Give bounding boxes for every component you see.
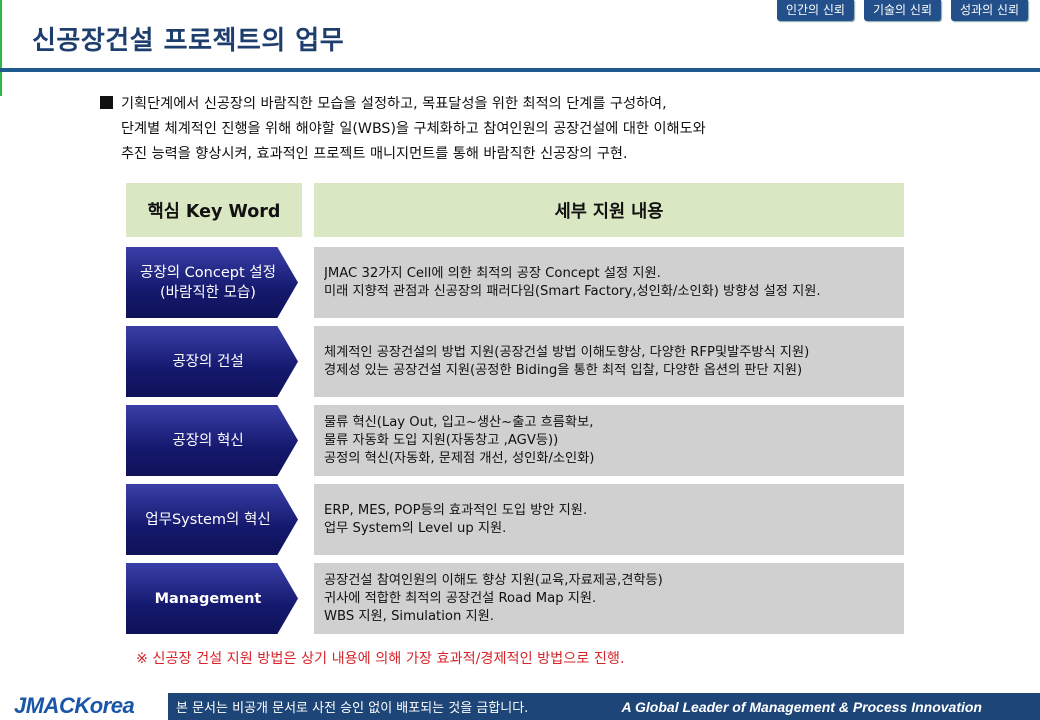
keyword-arrow-innovation: 공장의 혁신 xyxy=(126,405,298,476)
keyword-line: 업무System의 혁신 xyxy=(145,511,271,528)
slogan: A Global Leader of Management & Process … xyxy=(621,698,982,715)
keyword-arrow-construction: 공장의 건설 xyxy=(126,326,298,397)
footer: JMACKorea 본 문서는 비공개 문서로 사전 승인 없이 배포되는 것을… xyxy=(0,693,1040,720)
jmac-korea-logo: JMACKorea xyxy=(14,693,135,719)
square-bullet-icon xyxy=(100,96,113,109)
confidential-notice: 본 문서는 비공개 문서로 사전 승인 없이 배포되는 것을 금합니다. xyxy=(176,701,529,716)
tab-human-trust[interactable]: 인간의 신뢰 xyxy=(776,0,854,21)
footer-bar: 본 문서는 비공개 문서로 사전 승인 없이 배포되는 것을 금합니다. A G… xyxy=(168,693,1040,720)
tab-tech-trust[interactable]: 기술의 신뢰 xyxy=(863,0,941,21)
detail-line: 물류 자동화 도입 지원(자동창고 ,AGV등)) xyxy=(324,432,559,448)
detail-box-construction: 체계적인 공장건설의 방법 지원(공장건설 방법 이해도향상, 다양한 RFP및… xyxy=(314,326,904,397)
intro-line-2: 단계별 체계적인 진행을 위해 해야할 일(WBS)을 구체화하고 참여인원의 … xyxy=(121,121,706,137)
keyword-line: Management xyxy=(154,590,262,607)
keyword-line: 공장의 혁신 xyxy=(172,432,244,449)
detail-box-concept: JMAC 32가지 Cell에 의한 최적의 공장 Concept 설정 지원.… xyxy=(314,247,904,318)
detail-line: JMAC 32가지 Cell에 의한 최적의 공장 Concept 설정 지원. xyxy=(324,265,661,281)
detail-line: 귀사에 적합한 최적의 공장건설 Road Map 지원. xyxy=(324,590,597,606)
intro-line-1: 기획단계에서 신공장의 바람직한 모습을 설정하고, 목표달성을 위한 최적의 … xyxy=(100,92,920,117)
detail-column-header: 세부 지원 내용 xyxy=(314,183,904,237)
intro-line-3: 추진 능력을 향상시켜, 효과적인 프로젝트 매니지먼트를 통해 바람직한 신공… xyxy=(121,146,628,162)
footnote: ※ 신공장 건설 지원 방법은 상기 내용에 의해 가장 효과적/경제적인 방법… xyxy=(136,651,625,667)
title-divider xyxy=(0,68,1040,72)
detail-line: 경제성 있는 공장건설 지원(공정한 Biding을 통한 최적 입찰, 다양한… xyxy=(324,362,803,378)
header-tabs: 인간의 신뢰 기술의 신뢰 성과의 신뢰 xyxy=(776,0,1028,21)
detail-line: 미래 지향적 관점과 신공장의 패러다임(Smart Factory,성인화/소… xyxy=(324,283,821,299)
keyword-line: 공장의 건설 xyxy=(172,353,244,370)
accent-bar xyxy=(0,0,2,96)
intro-paragraph: 기획단계에서 신공장의 바람직한 모습을 설정하고, 목표달성을 위한 최적의 … xyxy=(100,92,920,167)
detail-line: 물류 혁신(Lay Out, 입고~생산~출고 흐름확보, xyxy=(324,414,594,430)
detail-box-management: 공장건설 참여인원의 이해도 향상 지원(교육,자료제공,견학등) 귀사에 적합… xyxy=(314,563,904,634)
detail-line: 체계적인 공장건설의 방법 지원(공장건설 방법 이해도향상, 다양한 RFP및… xyxy=(324,344,810,360)
keyword-arrow-system: 업무System의 혁신 xyxy=(126,484,298,555)
keyword-arrow-management: Management xyxy=(126,563,298,634)
detail-box-system: ERP, MES, POP등의 효과적인 도입 방안 지원. 업무 System… xyxy=(314,484,904,555)
keyword-column-header: 핵심 Key Word xyxy=(126,183,302,237)
page-title: 신공장건설 프로젝트의 업무 xyxy=(32,26,345,56)
keyword-line: (바람직한 모습) xyxy=(160,284,256,301)
tab-result-trust[interactable]: 성과의 신뢰 xyxy=(950,0,1028,21)
detail-line: 업무 System의 Level up 지원. xyxy=(324,520,507,536)
detail-line: ERP, MES, POP등의 효과적인 도입 방안 지원. xyxy=(324,502,588,518)
keyword-arrow-concept: 공장의 Concept 설정 (바람직한 모습) xyxy=(126,247,298,318)
keyword-line: 공장의 Concept 설정 xyxy=(140,264,276,281)
detail-box-innovation: 물류 혁신(Lay Out, 입고~생산~출고 흐름확보, 물류 자동화 도입 … xyxy=(314,405,904,476)
detail-line: 공장건설 참여인원의 이해도 향상 지원(교육,자료제공,견학등) xyxy=(324,572,663,588)
detail-line: WBS 지원, Simulation 지원. xyxy=(324,608,494,624)
logo-text: JMACKorea xyxy=(14,693,135,718)
detail-line: 공정의 혁신(자동화, 문제점 개선, 성인화/소인화) xyxy=(324,450,595,466)
